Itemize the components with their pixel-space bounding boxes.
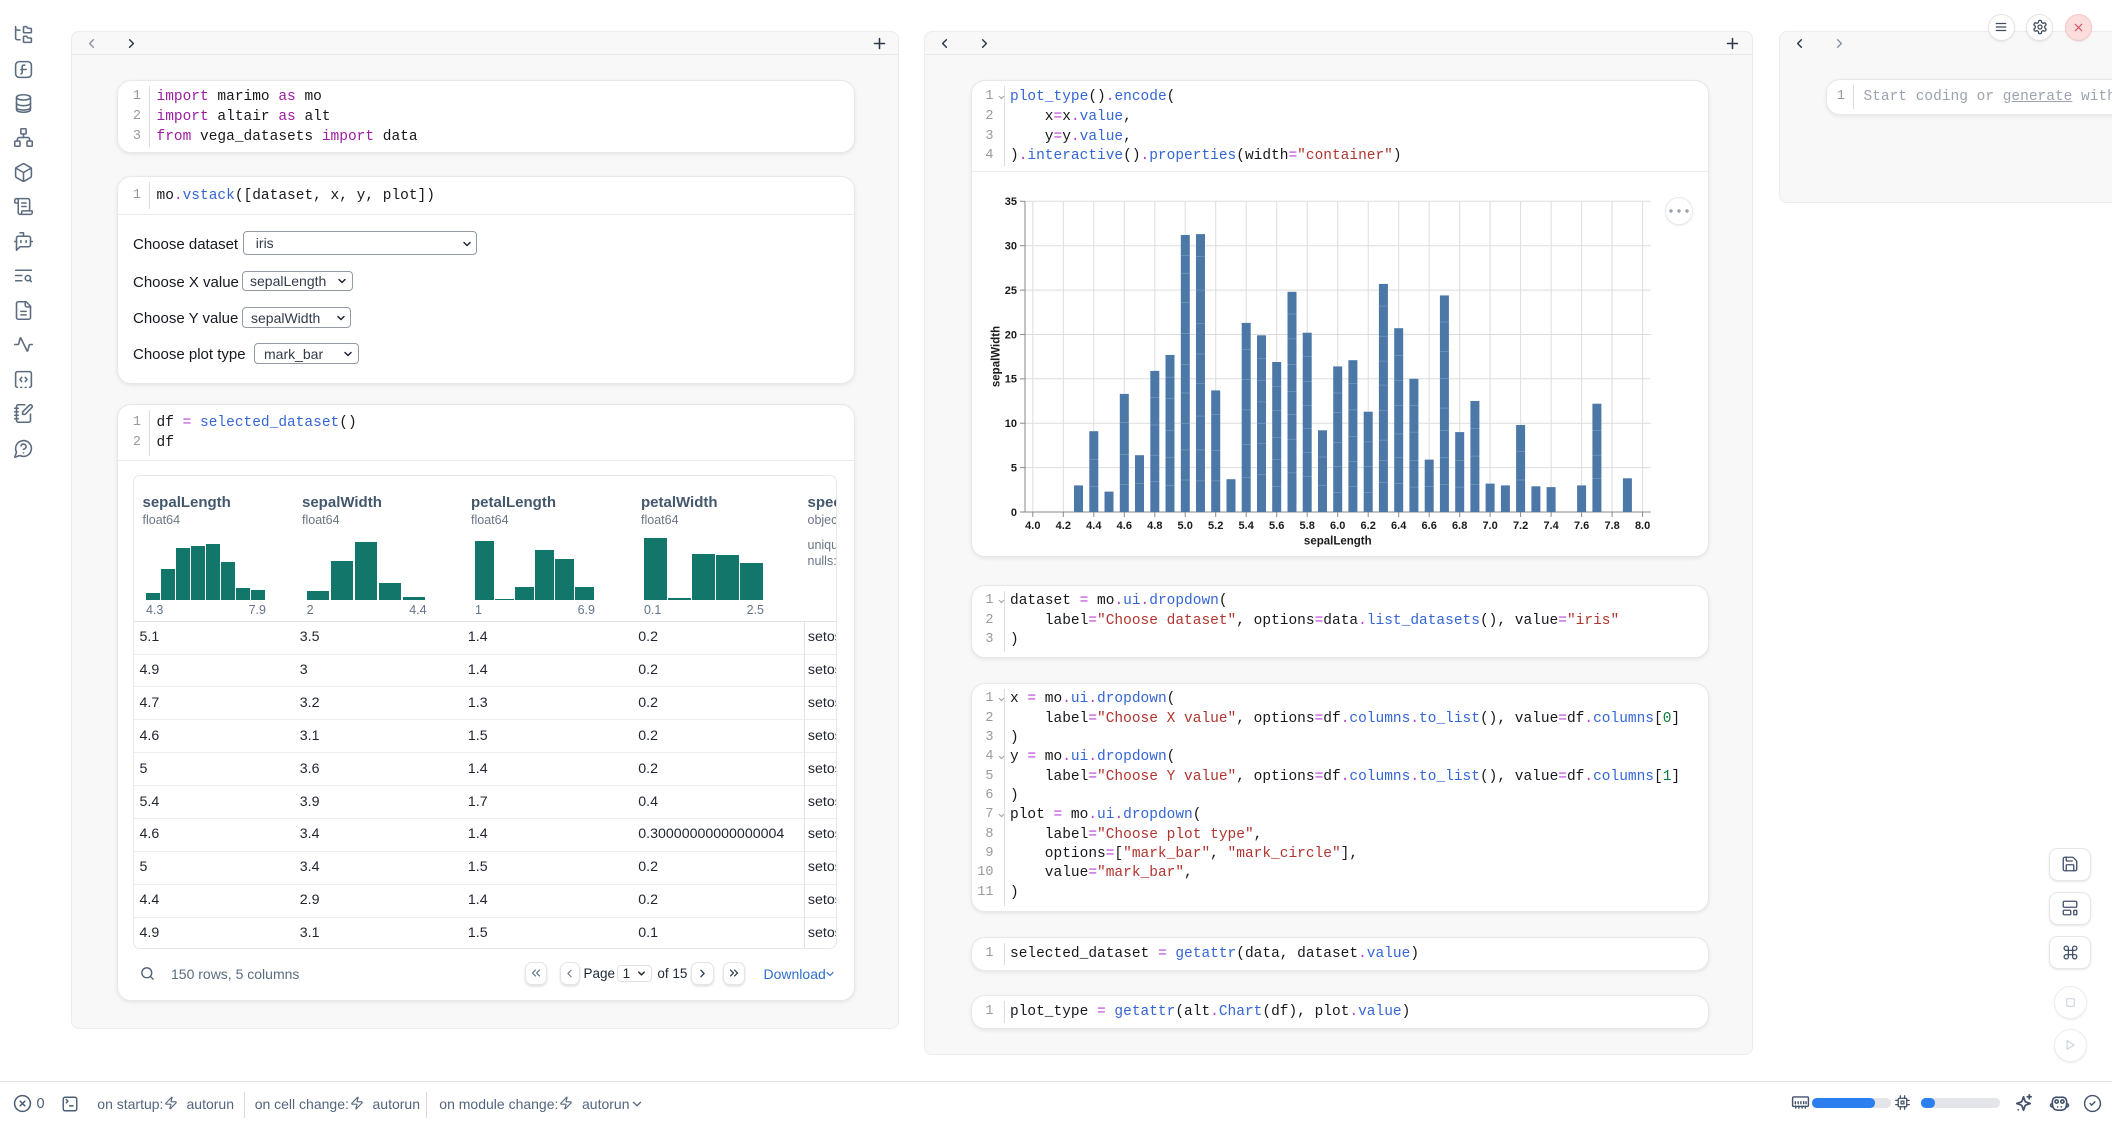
- svg-text:6.6: 6.6: [1422, 520, 1437, 532]
- svg-text:6.0: 6.0: [1330, 520, 1345, 532]
- svg-text:5.6: 5.6: [1269, 520, 1284, 532]
- svg-text:5: 5: [1011, 462, 1017, 474]
- svg-text:5.4: 5.4: [1239, 520, 1255, 532]
- svg-text:5.2: 5.2: [1208, 520, 1223, 532]
- svg-text:4.4: 4.4: [1086, 520, 1102, 532]
- svg-text:10: 10: [1005, 418, 1017, 430]
- svg-text:4.2: 4.2: [1056, 520, 1071, 532]
- svg-text:4.6: 4.6: [1117, 520, 1132, 532]
- svg-text:sepalLength: sepalLength: [1304, 536, 1372, 548]
- svg-text:30: 30: [1005, 241, 1017, 253]
- svg-text:8.0: 8.0: [1635, 520, 1650, 532]
- svg-text:25: 25: [1005, 285, 1017, 297]
- svg-text:6.8: 6.8: [1452, 520, 1467, 532]
- svg-text:7.0: 7.0: [1482, 520, 1497, 532]
- svg-text:6.4: 6.4: [1391, 520, 1407, 532]
- svg-text:0: 0: [1011, 507, 1017, 519]
- svg-text:sepalWidth: sepalWidth: [991, 326, 1003, 387]
- svg-text:15: 15: [1005, 374, 1017, 386]
- svg-text:4.8: 4.8: [1147, 520, 1162, 532]
- svg-text:7.6: 7.6: [1574, 520, 1589, 532]
- svg-text:35: 35: [1005, 196, 1017, 208]
- svg-text:7.8: 7.8: [1604, 520, 1619, 532]
- svg-text:4.0: 4.0: [1025, 520, 1040, 532]
- svg-text:6.2: 6.2: [1361, 520, 1376, 532]
- svg-text:7.4: 7.4: [1543, 520, 1559, 532]
- svg-text:20: 20: [1005, 329, 1017, 341]
- svg-text:5.8: 5.8: [1300, 520, 1315, 532]
- svg-text:5.0: 5.0: [1178, 520, 1193, 532]
- svg-text:7.2: 7.2: [1513, 520, 1528, 532]
